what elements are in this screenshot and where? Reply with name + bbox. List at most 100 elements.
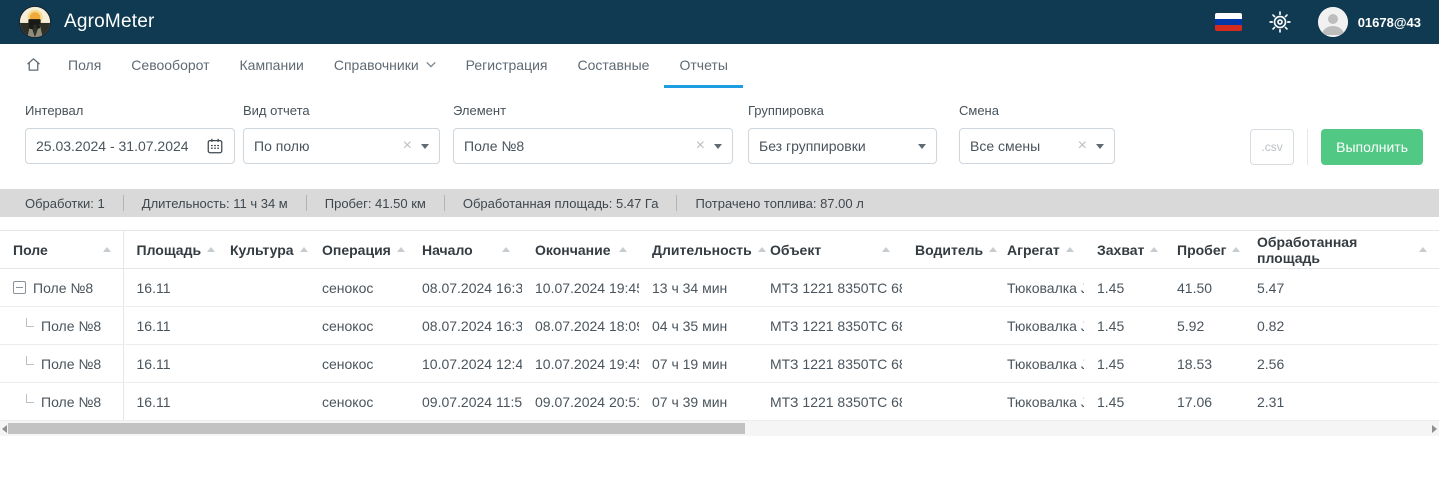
triangle-down-icon[interactable]	[1096, 144, 1104, 149]
x-clear-icon[interactable]: ×	[1078, 138, 1087, 154]
col-label: Площадь	[137, 242, 202, 258]
element-label: Элемент	[453, 103, 733, 118]
cell-processed-area: 2.56	[1244, 345, 1439, 383]
table-row-child[interactable]: Поле №8 16.11 сенокос 10.07.2024 12:48:3…	[0, 345, 1439, 383]
report-type-select[interactable]: По полю ×	[243, 128, 440, 164]
cell-area: 16.11	[123, 269, 217, 307]
nav-directories[interactable]: Справочники	[319, 44, 451, 88]
report-type-value: По полю	[254, 138, 403, 154]
col-header-processed-area[interactable]: Обработанная площадь	[1244, 231, 1439, 269]
cell-end: 08.07.2024 18:09:59	[522, 307, 639, 345]
table-row-parent[interactable]: Поле №8 16.11 сенокос 08.07.2024 16:33:0…	[0, 269, 1439, 307]
table-row-child[interactable]: Поле №8 16.11 сенокос 08.07.2024 16:33:0…	[0, 307, 1439, 345]
sort-icon[interactable]	[397, 247, 405, 252]
chevron-down-icon	[426, 61, 436, 68]
table-header-row: Поле Площадь Культура Операция Начало Ок…	[0, 231, 1439, 269]
grouping-value: Без группировки	[759, 138, 918, 154]
triangle-down-icon[interactable]	[714, 144, 722, 149]
col-label: Объект	[770, 242, 821, 258]
sort-icon[interactable]	[1150, 247, 1158, 252]
nav-fields[interactable]: Поля	[53, 44, 116, 88]
grouping-select[interactable]: Без группировки	[748, 128, 937, 164]
col-header-area[interactable]: Площадь	[123, 231, 217, 269]
sort-icon[interactable]	[1419, 247, 1427, 252]
sort-icon[interactable]	[989, 247, 997, 252]
run-report-button[interactable]: Выполнить	[1321, 129, 1423, 165]
cell-driver	[902, 307, 994, 345]
col-label: Окончание	[535, 242, 610, 258]
cell-mileage: 41.50	[1164, 269, 1244, 307]
triangle-down-icon[interactable]	[918, 144, 926, 149]
field-name: Поле №8	[41, 394, 101, 410]
cell-grip: 1.45	[1084, 345, 1164, 383]
tree-branch-icon	[26, 318, 34, 327]
col-label: Пробег	[1177, 242, 1226, 258]
report-filters: Интервал 25.03.2024 - 31.07.2024 Вид отч…	[0, 88, 1439, 189]
sort-icon[interactable]	[758, 247, 766, 252]
field-name: Поле №8	[33, 280, 93, 296]
col-header-operation[interactable]: Операция	[309, 231, 409, 269]
col-header-start[interactable]: Начало	[409, 231, 522, 269]
sort-icon[interactable]	[882, 247, 890, 252]
x-clear-icon[interactable]: ×	[696, 138, 705, 154]
col-header-grip[interactable]: Захват	[1084, 231, 1164, 269]
cell-object: МТЗ 1221 8350ТС 68	[757, 345, 902, 383]
x-clear-icon[interactable]: ×	[403, 138, 412, 154]
collapse-icon[interactable]	[13, 281, 26, 294]
col-label: Водитель	[915, 242, 983, 258]
user-menu[interactable]: 01678@43	[1318, 7, 1421, 37]
col-header-mileage[interactable]: Пробег	[1164, 231, 1244, 269]
nav-label: Отчеты	[679, 57, 727, 73]
nav-reports[interactable]: Отчеты	[664, 44, 742, 88]
triangle-down-icon[interactable]	[421, 144, 429, 149]
nav-registration[interactable]: Регистрация	[451, 44, 563, 88]
col-header-object[interactable]: Объект	[757, 231, 902, 269]
sort-icon[interactable]	[207, 247, 215, 252]
cell-duration: 07 ч 39 мин	[639, 383, 757, 421]
scroll-left-arrow-icon[interactable]	[2, 425, 7, 433]
nav-label: Кампании	[240, 57, 304, 73]
report-summary-bar: Обработки: 1 Длительность: 11 ч 34 м Про…	[0, 189, 1439, 217]
sort-icon[interactable]	[103, 247, 111, 252]
horizontal-scrollbar[interactable]	[0, 421, 1439, 436]
csv-export-button[interactable]: .csv	[1250, 129, 1294, 165]
cell-mileage: 18.53	[1164, 345, 1244, 383]
avatar-icon[interactable]	[1318, 7, 1348, 37]
table-row-child[interactable]: Поле №8 16.11 сенокос 09.07.2024 11:52:0…	[0, 383, 1439, 421]
nav-composite[interactable]: Составные	[563, 44, 665, 88]
calendar-icon[interactable]	[206, 137, 224, 155]
interval-label: Интервал	[25, 103, 235, 118]
shift-select[interactable]: Все смены ×	[959, 128, 1115, 164]
col-header-field[interactable]: Поле	[0, 231, 123, 269]
cell-grip: 1.45	[1084, 383, 1164, 421]
col-header-end[interactable]: Окончание	[522, 231, 639, 269]
nav-home[interactable]	[14, 44, 53, 88]
settings-gear-icon[interactable]	[1268, 10, 1292, 34]
col-header-driver[interactable]: Водитель	[902, 231, 994, 269]
col-header-implement[interactable]: Агрегат	[994, 231, 1084, 269]
interval-input[interactable]: 25.03.2024 - 31.07.2024	[25, 128, 235, 164]
cell-driver	[902, 383, 994, 421]
language-flag-icon[interactable]	[1215, 13, 1242, 31]
cell-start: 08.07.2024 16:33:01	[409, 307, 522, 345]
sort-icon[interactable]	[1066, 247, 1074, 252]
sort-icon[interactable]	[300, 247, 308, 252]
cell-driver	[902, 269, 994, 307]
cell-object: МТЗ 1221 8350ТС 68	[757, 269, 902, 307]
sort-icon[interactable]	[1232, 247, 1240, 252]
nav-crop-rotation[interactable]: Севооборот	[116, 44, 224, 88]
sort-icon[interactable]	[502, 247, 510, 252]
nav-campaigns[interactable]: Кампании	[225, 44, 319, 88]
element-select[interactable]: Поле №8 ×	[453, 128, 733, 164]
col-header-culture[interactable]: Культура	[217, 231, 309, 269]
cell-duration: 04 ч 35 мин	[639, 307, 757, 345]
col-label: Агрегат	[1007, 242, 1060, 258]
nav-label: Севооборот	[131, 57, 209, 73]
scroll-right-arrow-icon[interactable]	[1432, 425, 1437, 433]
col-header-duration[interactable]: Длительность	[639, 231, 757, 269]
cell-start: 09.07.2024 11:52:04	[409, 383, 522, 421]
summary-duration: Длительность: 11 ч 34 м	[124, 196, 306, 211]
col-label: Начало	[422, 242, 473, 258]
scrollbar-thumb[interactable]	[8, 423, 745, 434]
sort-icon[interactable]	[619, 247, 627, 252]
